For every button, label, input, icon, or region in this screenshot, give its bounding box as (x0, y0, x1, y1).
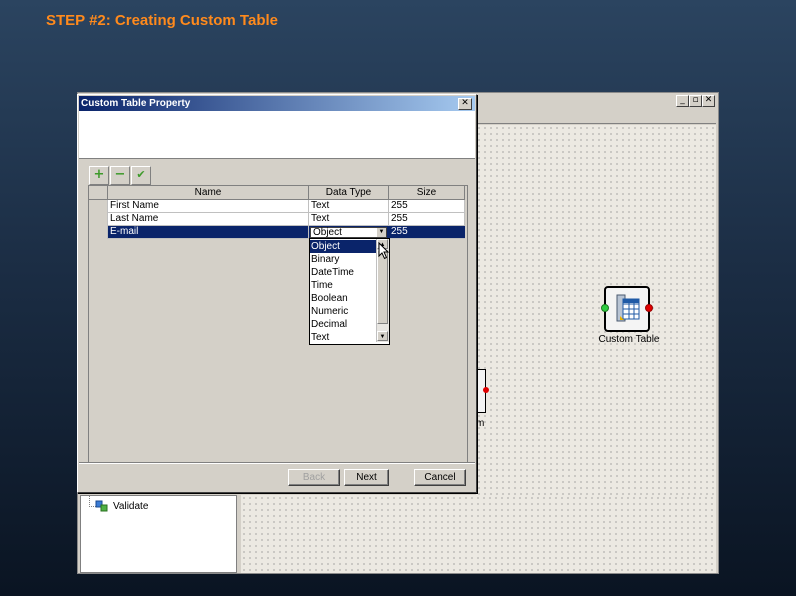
size-cell[interactable]: 255 (389, 226, 465, 239)
partial-node-label: m (476, 418, 485, 429)
dropdown-option-decimal[interactable]: Decimal (310, 318, 376, 331)
dialog-titlebar: Custom Table Property ✕ (79, 96, 475, 111)
tree-item-label: Validate (113, 500, 149, 512)
row-selector[interactable] (89, 226, 108, 239)
row-selector[interactable] (89, 200, 108, 213)
validate-icon (95, 500, 108, 512)
dropdown-option-text[interactable]: Text (310, 331, 376, 344)
data-type-cell[interactable]: Text (309, 213, 389, 226)
confirm-button[interactable]: ✔ (131, 166, 151, 185)
designer-menubar (476, 109, 716, 124)
dropdown-option-binary[interactable]: Binary (310, 253, 376, 266)
footer-divider (79, 462, 475, 464)
table-row[interactable]: First Name Text 255 (89, 200, 465, 213)
dropdown-option-time[interactable]: Time (310, 279, 376, 292)
next-button[interactable]: Next (344, 469, 389, 486)
column-header-data-type[interactable]: Data Type (309, 186, 389, 200)
dropdown-option-object[interactable]: Object (310, 240, 376, 253)
step-heading: STEP #2: Creating Custom Table (46, 12, 278, 29)
dialog-close-button[interactable]: ✕ (458, 98, 472, 110)
custom-table-node[interactable] (601, 286, 653, 332)
dialog-header-area (79, 111, 475, 159)
chevron-down-icon[interactable]: ▼ (377, 228, 386, 237)
dropdown-option-numeric[interactable]: Numeric (310, 305, 376, 318)
data-type-combobox[interactable]: Object ▼ (310, 227, 387, 238)
table-icon (616, 294, 640, 322)
column-header-name[interactable]: Name (108, 186, 309, 200)
data-type-cell[interactable]: Text (309, 200, 389, 213)
add-row-button[interactable]: + (89, 166, 109, 185)
combobox-value: Object (313, 227, 342, 238)
mouse-cursor-icon (378, 242, 390, 260)
columns-grid[interactable]: Name Data Type Size First Name Text 255 … (88, 185, 468, 463)
scroll-thumb[interactable] (377, 250, 388, 324)
minimize-button[interactable]: _ (676, 95, 689, 107)
name-cell[interactable]: Last Name (108, 213, 309, 226)
custom-table-property-dialog: Custom Table Property ✕ + − ✔ Name Data … (77, 94, 477, 493)
name-cell[interactable]: First Name (108, 200, 309, 213)
custom-table-node-label: Custom Table (598, 334, 660, 345)
partial-node[interactable] (476, 369, 489, 413)
close-button[interactable]: ✕ (702, 95, 715, 107)
output-port-icon[interactable] (483, 387, 489, 393)
table-row-selected[interactable]: E-mail Object ▼ 255 (89, 226, 465, 239)
cancel-button[interactable]: Cancel (414, 469, 466, 486)
scroll-down-icon[interactable]: ▼ (377, 331, 388, 341)
tree-item-validate[interactable]: Validate (95, 500, 148, 512)
row-selector[interactable] (89, 213, 108, 226)
column-header-size[interactable]: Size (389, 186, 465, 200)
dropdown-option-boolean[interactable]: Boolean (310, 292, 376, 305)
design-canvas-lower[interactable] (241, 495, 716, 573)
restore-button[interactable]: ▫ (689, 95, 702, 107)
output-port-icon[interactable] (645, 304, 653, 312)
designer-titlebar: _ ▫ ✕ (476, 93, 716, 109)
row-header-corner (89, 186, 108, 200)
name-cell[interactable]: E-mail (108, 226, 309, 239)
workflow-tree[interactable]: Validate (80, 495, 237, 573)
back-button[interactable]: Back (288, 469, 340, 486)
remove-row-button[interactable]: − (110, 166, 130, 185)
dialog-title: Custom Table Property (81, 98, 191, 109)
size-cell[interactable]: 255 (389, 213, 465, 226)
size-cell[interactable]: 255 (389, 200, 465, 213)
dropdown-option-datetime[interactable]: DateTime (310, 266, 376, 279)
table-row[interactable]: Last Name Text 255 (89, 213, 465, 226)
